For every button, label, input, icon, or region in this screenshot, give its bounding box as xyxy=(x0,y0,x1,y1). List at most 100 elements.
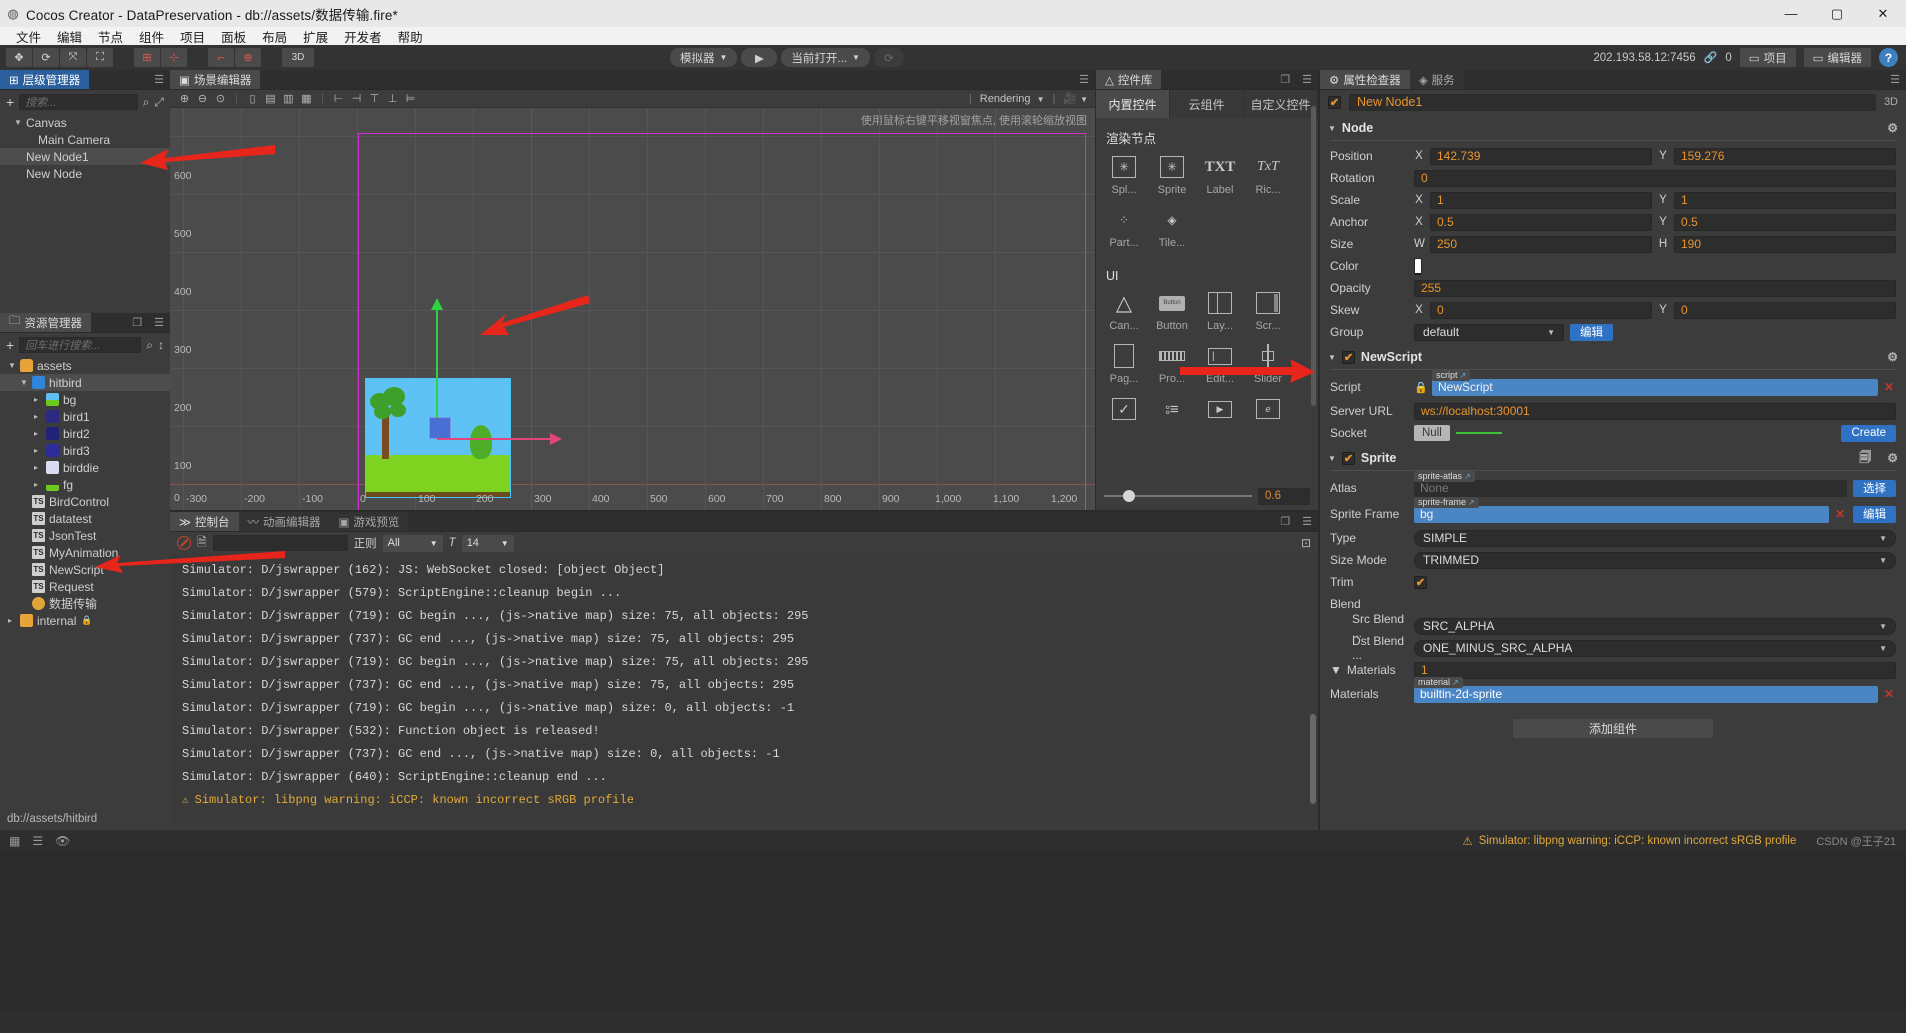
dist-even-icon[interactable]: ⊤ xyxy=(367,92,382,105)
widget-progressbar[interactable]: Pro... xyxy=(1149,342,1195,385)
script-clear-icon[interactable]: ✕ xyxy=(1882,380,1896,394)
internal-expand-arrow[interactable]: ▸ xyxy=(8,616,20,625)
refresh-button[interactable]: ⟳ xyxy=(874,48,904,67)
external-link-icon[interactable]: ↗ xyxy=(1464,472,1471,481)
asset-row-request[interactable]: TS Request xyxy=(0,578,170,595)
hitbird-expand-arrow[interactable]: ▼ xyxy=(20,378,32,387)
tab-widget-library[interactable]: △ 控件库 xyxy=(1096,70,1161,89)
list-view-icon[interactable]: ☰ xyxy=(32,834,43,848)
bg-expand-arrow[interactable]: ▸ xyxy=(34,395,46,404)
atlas-select-button[interactable]: 选择 xyxy=(1853,480,1896,497)
asset-row-bird1[interactable]: ▸ bird1 xyxy=(0,408,170,425)
external-link-icon[interactable]: ↗ xyxy=(1460,371,1467,380)
slider-knob[interactable] xyxy=(1123,490,1135,502)
bird3-expand-arrow[interactable]: ▸ xyxy=(34,446,46,455)
asset-row-fg[interactable]: ▸ fg xyxy=(0,476,170,493)
asset-row-datatest[interactable]: TS datatest xyxy=(0,510,170,527)
zoom-fit-icon[interactable]: ⊕ xyxy=(177,92,192,105)
position-x-input[interactable]: 142.739 xyxy=(1430,148,1652,165)
move-tool-icon[interactable]: ✥ xyxy=(6,48,32,67)
gizmo-x-arrow[interactable] xyxy=(550,433,562,445)
sprite-frame-asset-field[interactable]: bg xyxy=(1414,506,1829,523)
console-filter-input[interactable] xyxy=(213,535,348,551)
widget-sprite-splash[interactable]: ✳ Spl... xyxy=(1101,153,1147,196)
dst-blend-select[interactable]: ONE_MINUS_SRC_ALPHA ▼ xyxy=(1414,640,1896,657)
sprite-enabled-checkbox[interactable]: ✔ xyxy=(1342,452,1355,465)
minimize-button[interactable]: — xyxy=(1768,0,1814,27)
fg-expand-arrow[interactable]: ▸ xyxy=(34,480,46,489)
align-center-icon[interactable]: ▤ xyxy=(263,92,278,105)
asset-row-bg[interactable]: ▸ bg xyxy=(0,391,170,408)
asset-row-birdcontrol[interactable]: TS BirdControl xyxy=(0,493,170,510)
group-select[interactable]: default ▼ xyxy=(1414,324,1564,341)
sort-icon[interactable]: ↕ xyxy=(158,338,164,352)
tree-item-new-node1[interactable]: New Node1 xyxy=(0,148,170,165)
chevron-down-icon[interactable]: ▼ xyxy=(1328,454,1336,463)
material-clear-icon[interactable]: ✕ xyxy=(1882,687,1896,701)
node-enabled-checkbox[interactable]: ✔ xyxy=(1328,96,1341,109)
gizmo-y-axis[interactable] xyxy=(436,310,438,418)
console-font-size[interactable]: 14 ▼ xyxy=(462,535,514,552)
size-w-input[interactable]: 250 xyxy=(1430,236,1652,253)
gizmo-y-arrow[interactable] xyxy=(431,298,443,310)
rotate-tool-icon[interactable]: ⟳ xyxy=(33,48,59,67)
console-log-list[interactable]: Simulator: D/jswrapper (162): JS: WebSoc… xyxy=(170,554,1318,826)
asset-row-scene[interactable]: 数据传输 xyxy=(0,595,170,612)
sprite-section-header[interactable]: ▼ ✔ Sprite 🗐 ⚙ xyxy=(1320,448,1906,468)
menu-item-component[interactable]: 组件 xyxy=(131,27,172,46)
socket-create-button[interactable]: Create xyxy=(1841,425,1896,442)
type-select[interactable]: SIMPLE ▼ xyxy=(1414,530,1896,547)
materials-count-input[interactable]: 1 xyxy=(1414,662,1896,679)
canvas-expand-arrow[interactable]: ▼ xyxy=(14,118,26,127)
camera-icon[interactable]: 🎥▼ xyxy=(1063,92,1088,105)
inspector-menu-icon[interactable]: ☰ xyxy=(1884,70,1906,89)
tab-services[interactable]: ◈ 服务 xyxy=(1410,70,1464,89)
assets-menu-icon[interactable]: ☰ xyxy=(148,313,170,332)
external-link-icon[interactable]: ↗ xyxy=(1452,678,1459,687)
widget-layout[interactable]: Lay... xyxy=(1197,289,1243,332)
widget-video[interactable]: ▶ xyxy=(1197,395,1243,423)
tab-cloud-components[interactable]: 云组件 xyxy=(1170,90,1244,118)
gear-icon[interactable]: ⚙ xyxy=(1887,121,1898,135)
menu-item-help[interactable]: 帮助 xyxy=(390,27,431,46)
scale-x-input[interactable]: 1 xyxy=(1430,192,1652,209)
asset-row-jsontest[interactable]: TS JsonTest xyxy=(0,527,170,544)
align-right-icon[interactable]: ▥ xyxy=(281,92,296,105)
scale-tool-icon[interactable]: ⤧ xyxy=(60,48,86,67)
menu-item-file[interactable]: 文件 xyxy=(8,27,49,46)
tab-scene-editor[interactable]: ▣ 场景编辑器 xyxy=(170,70,260,89)
rect-tool-icon[interactable]: ⛶ xyxy=(87,48,113,67)
anchor-x-input[interactable]: 0.5 xyxy=(1430,214,1652,231)
asset-row-newscript[interactable]: TS NewScript xyxy=(0,561,170,578)
asset-row-bird2[interactable]: ▸ bird2 xyxy=(0,425,170,442)
sprite-frame-edit-button[interactable]: 编辑 xyxy=(1853,506,1896,523)
asset-row-birddie[interactable]: ▸ birddie xyxy=(0,459,170,476)
play-button[interactable]: ▶ xyxy=(741,48,777,67)
tab-hierarchy[interactable]: ⊞ 层级管理器 xyxy=(0,70,89,89)
widget-toggle-group[interactable]: ⦂≡ xyxy=(1149,395,1195,423)
chevron-down-icon[interactable]: ▼ xyxy=(1328,353,1336,362)
widget-button[interactable]: Button Button xyxy=(1149,289,1195,332)
widget-canvas[interactable]: △ Can... xyxy=(1101,289,1147,332)
search-icon[interactable]: ⌕ xyxy=(146,338,153,353)
gizmo-x-axis[interactable] xyxy=(437,438,550,440)
open-target-selector[interactable]: 当前打开... ▼ xyxy=(781,48,870,67)
asset-row-hitbird[interactable]: ▼ hitbird xyxy=(0,374,170,391)
widget-sprite[interactable]: ✳ Sprite xyxy=(1149,153,1195,196)
menu-item-project[interactable]: 项目 xyxy=(172,27,213,46)
widget-size-value[interactable]: 0.6 xyxy=(1258,488,1310,505)
preview-eye-icon[interactable]: 👁 xyxy=(55,834,70,848)
pivot-tool-icon[interactable]: ⌐ xyxy=(208,48,234,67)
widget-scrollview[interactable]: Scr... xyxy=(1245,289,1291,332)
rendering-selector[interactable]: Rendering ▼ xyxy=(980,93,1045,105)
asset-row-bird3[interactable]: ▸ bird3 xyxy=(0,442,170,459)
anchor-y-input[interactable]: 0.5 xyxy=(1674,214,1896,231)
scene-viewport[interactable]: 使用鼠标右键平移视窗焦点, 使用滚轮缩放视图 xyxy=(170,108,1095,510)
zoom-reset-icon[interactable]: ⊙ xyxy=(213,92,228,105)
widget-float-icon[interactable]: ❐ xyxy=(1274,70,1296,89)
gear-icon[interactable]: ⚙ xyxy=(1887,350,1898,364)
node-section-header[interactable]: ▼ Node ⚙ xyxy=(1320,118,1906,138)
align-left-icon[interactable]: ▯ xyxy=(245,92,260,105)
add-component-button[interactable]: 添加组件 xyxy=(1513,719,1713,738)
project-settings-button[interactable]: ▭ 项目 xyxy=(1740,48,1796,67)
